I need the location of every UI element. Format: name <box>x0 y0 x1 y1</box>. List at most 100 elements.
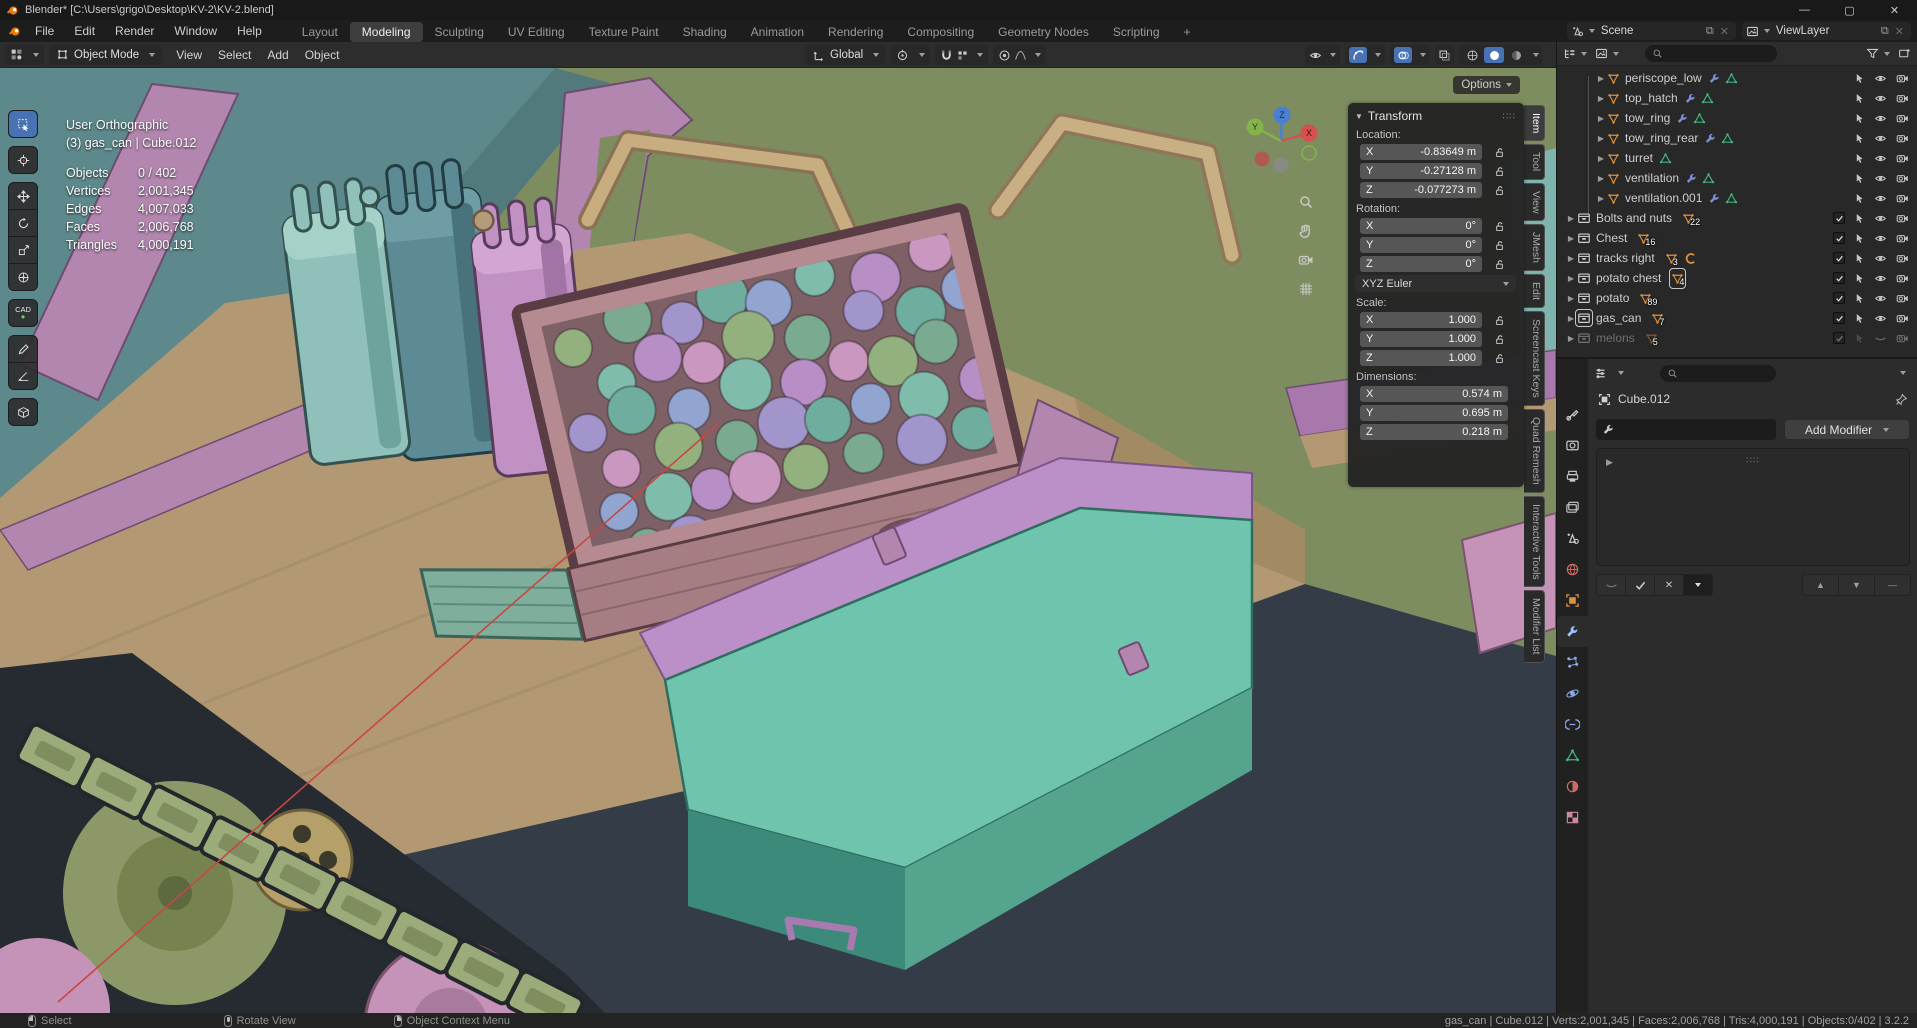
expand-arrow[interactable]: ▶ <box>1595 94 1607 103</box>
modifier-extras-dropdown[interactable] <box>1683 574 1713 596</box>
render-visibility-icon[interactable] <box>1896 212 1909 225</box>
render-visibility-icon[interactable] <box>1896 192 1909 205</box>
outliner-display-mode-icon[interactable] <box>1563 47 1576 60</box>
view-layer-name[interactable]: ViewLayer <box>1770 25 1878 37</box>
location-z-field[interactable]: Z-0.077273 m <box>1360 182 1482 198</box>
filter-funnel-icon[interactable] <box>1866 47 1879 60</box>
hide-eye-icon[interactable] <box>1874 112 1887 125</box>
pivot-point-dropdown[interactable] <box>891 45 930 65</box>
location-y-field[interactable]: Y-0.27128 m <box>1360 163 1482 179</box>
menu-help[interactable]: Help <box>227 20 272 42</box>
selectable-icon[interactable] <box>1854 133 1865 144</box>
tab-texture-paint[interactable]: Texture Paint <box>577 22 671 42</box>
editor-type-dropdown[interactable] <box>5 45 44 65</box>
axis-neg-y-ball[interactable] <box>1302 146 1316 160</box>
pan-hand-icon[interactable] <box>1298 223 1314 239</box>
move-modifier-up-button[interactable]: ▲ <box>1802 574 1839 596</box>
menu-window[interactable]: Window <box>164 20 227 42</box>
collection-name[interactable]: Bolts and nuts <box>1596 211 1672 225</box>
hide-eye-icon[interactable] <box>1874 272 1887 285</box>
tool-select-box[interactable] <box>8 110 38 138</box>
hide-eye-icon[interactable] <box>1874 212 1887 225</box>
navigation-gizmo[interactable]: Z Y X <box>1239 99 1323 183</box>
scale-y-field[interactable]: Y1.000 <box>1360 331 1482 347</box>
render-visibility-icon[interactable] <box>1896 312 1909 325</box>
tab-shading[interactable]: Shading <box>671 22 739 42</box>
render-visibility-icon[interactable] <box>1896 172 1909 185</box>
tool-add-cube[interactable] <box>8 398 38 426</box>
tab-uv-editing[interactable]: UV Editing <box>496 22 577 42</box>
panel-expand-arrow[interactable]: ▶ <box>1606 457 1613 468</box>
add-workspace-button[interactable]: + <box>1172 22 1203 42</box>
collection-name[interactable]: Chest <box>1596 231 1627 245</box>
outliner-collection-row[interactable]: ▶ Bolts and nuts 22 <box>1557 208 1917 228</box>
expand-arrow[interactable]: ▶ <box>1595 114 1607 123</box>
scale-z-field[interactable]: Z1.000 <box>1360 350 1482 366</box>
remove-modifier-button[interactable]: — <box>1874 574 1911 596</box>
selectable-icon[interactable] <box>1854 153 1865 164</box>
properties-tab-output[interactable] <box>1557 461 1588 492</box>
add-modifier-button[interactable]: Add Modifier <box>1784 419 1910 440</box>
gizmos-toggle-group[interactable] <box>1345 45 1385 65</box>
collection-checkbox[interactable] <box>1833 272 1845 284</box>
outliner-collection-row[interactable]: ▶ melons 5 <box>1557 328 1917 348</box>
shading-dropdown-chevron[interactable] <box>1533 53 1539 57</box>
selectable-icon[interactable] <box>1854 253 1865 264</box>
selectable-icon[interactable] <box>1854 73 1865 84</box>
hide-eye-icon[interactable] <box>1874 292 1887 305</box>
collection-name[interactable]: potato chest <box>1596 271 1661 285</box>
tool-transform[interactable] <box>8 263 38 291</box>
tab-scripting[interactable]: Scripting <box>1101 22 1172 42</box>
new-scene-icon[interactable]: ⧉ <box>1706 25 1714 38</box>
menu-edit[interactable]: Edit <box>64 20 105 42</box>
expand-arrow[interactable]: ▶ <box>1595 134 1607 143</box>
sidebar-tab-screencast-keys[interactable]: Screencast Keys <box>1524 311 1545 406</box>
new-layer-icon[interactable]: ⧉ <box>1881 25 1889 38</box>
selectable-icon[interactable] <box>1854 233 1865 244</box>
properties-tab-tool[interactable] <box>1557 399 1588 430</box>
blender-menu-icon[interactable] <box>8 25 21 38</box>
transform-orientation-dropdown[interactable]: Global <box>805 45 886 65</box>
zoom-tool-icon[interactable] <box>1298 194 1314 210</box>
tool-cursor[interactable] <box>8 146 38 174</box>
object-name[interactable]: top_hatch <box>1625 91 1678 105</box>
properties-tab-object[interactable] <box>1557 585 1588 616</box>
selectable-icon[interactable] <box>1854 213 1865 224</box>
outliner-object-row[interactable]: ▶ turret <box>1557 148 1917 168</box>
properties-search-input[interactable] <box>1660 365 1776 382</box>
object-name[interactable]: ventilation.001 <box>1625 191 1702 205</box>
selectable-icon[interactable] <box>1854 193 1865 204</box>
properties-tab-render[interactable] <box>1557 430 1588 461</box>
lock-icon[interactable] <box>1493 352 1506 365</box>
outliner-object-row[interactable]: ▶ tow_ring_rear <box>1557 128 1917 148</box>
collection-name[interactable]: gas_can <box>1596 311 1641 325</box>
expand-arrow[interactable]: ▶ <box>1565 214 1577 223</box>
hide-eye-icon[interactable] <box>1874 332 1887 345</box>
tab-compositing[interactable]: Compositing <box>895 22 986 42</box>
xray-toggle[interactable] <box>1435 45 1454 65</box>
sidebar-tab-item[interactable]: Item <box>1524 105 1545 141</box>
collection-checkbox[interactable] <box>1833 292 1845 304</box>
remove-all-modifiers-button[interactable]: ✕ <box>1654 574 1684 596</box>
render-visibility-icon[interactable] <box>1896 72 1909 85</box>
object-name[interactable]: tow_ring_rear <box>1625 131 1698 145</box>
proportional-editing-group[interactable] <box>993 45 1046 65</box>
outliner-collection-row[interactable]: ▶ potato chest 4 <box>1557 268 1917 288</box>
render-visibility-icon[interactable] <box>1896 292 1909 305</box>
selectable-icon[interactable] <box>1854 93 1865 104</box>
viewport-menu-view[interactable]: View <box>168 48 210 62</box>
tab-layout[interactable]: Layout <box>290 22 350 42</box>
menu-file[interactable]: File <box>25 20 64 42</box>
selectable-icon[interactable] <box>1854 173 1865 184</box>
expand-arrow[interactable]: ▶ <box>1565 314 1577 323</box>
expand-arrow[interactable]: ▶ <box>1595 74 1607 83</box>
outliner-filter-id-icon[interactable] <box>1595 47 1608 60</box>
expand-arrow[interactable]: ▶ <box>1595 174 1607 183</box>
lock-icon[interactable] <box>1493 184 1506 197</box>
panel-drag-dots[interactable]: ∷∷ <box>1503 111 1516 122</box>
properties-filter-chevron[interactable] <box>1900 371 1906 375</box>
rotation-z-field[interactable]: Z0° <box>1360 256 1482 272</box>
mode-dropdown[interactable]: Object Mode <box>49 45 162 65</box>
properties-tab-data[interactable] <box>1557 740 1588 771</box>
lock-icon[interactable] <box>1493 146 1506 159</box>
